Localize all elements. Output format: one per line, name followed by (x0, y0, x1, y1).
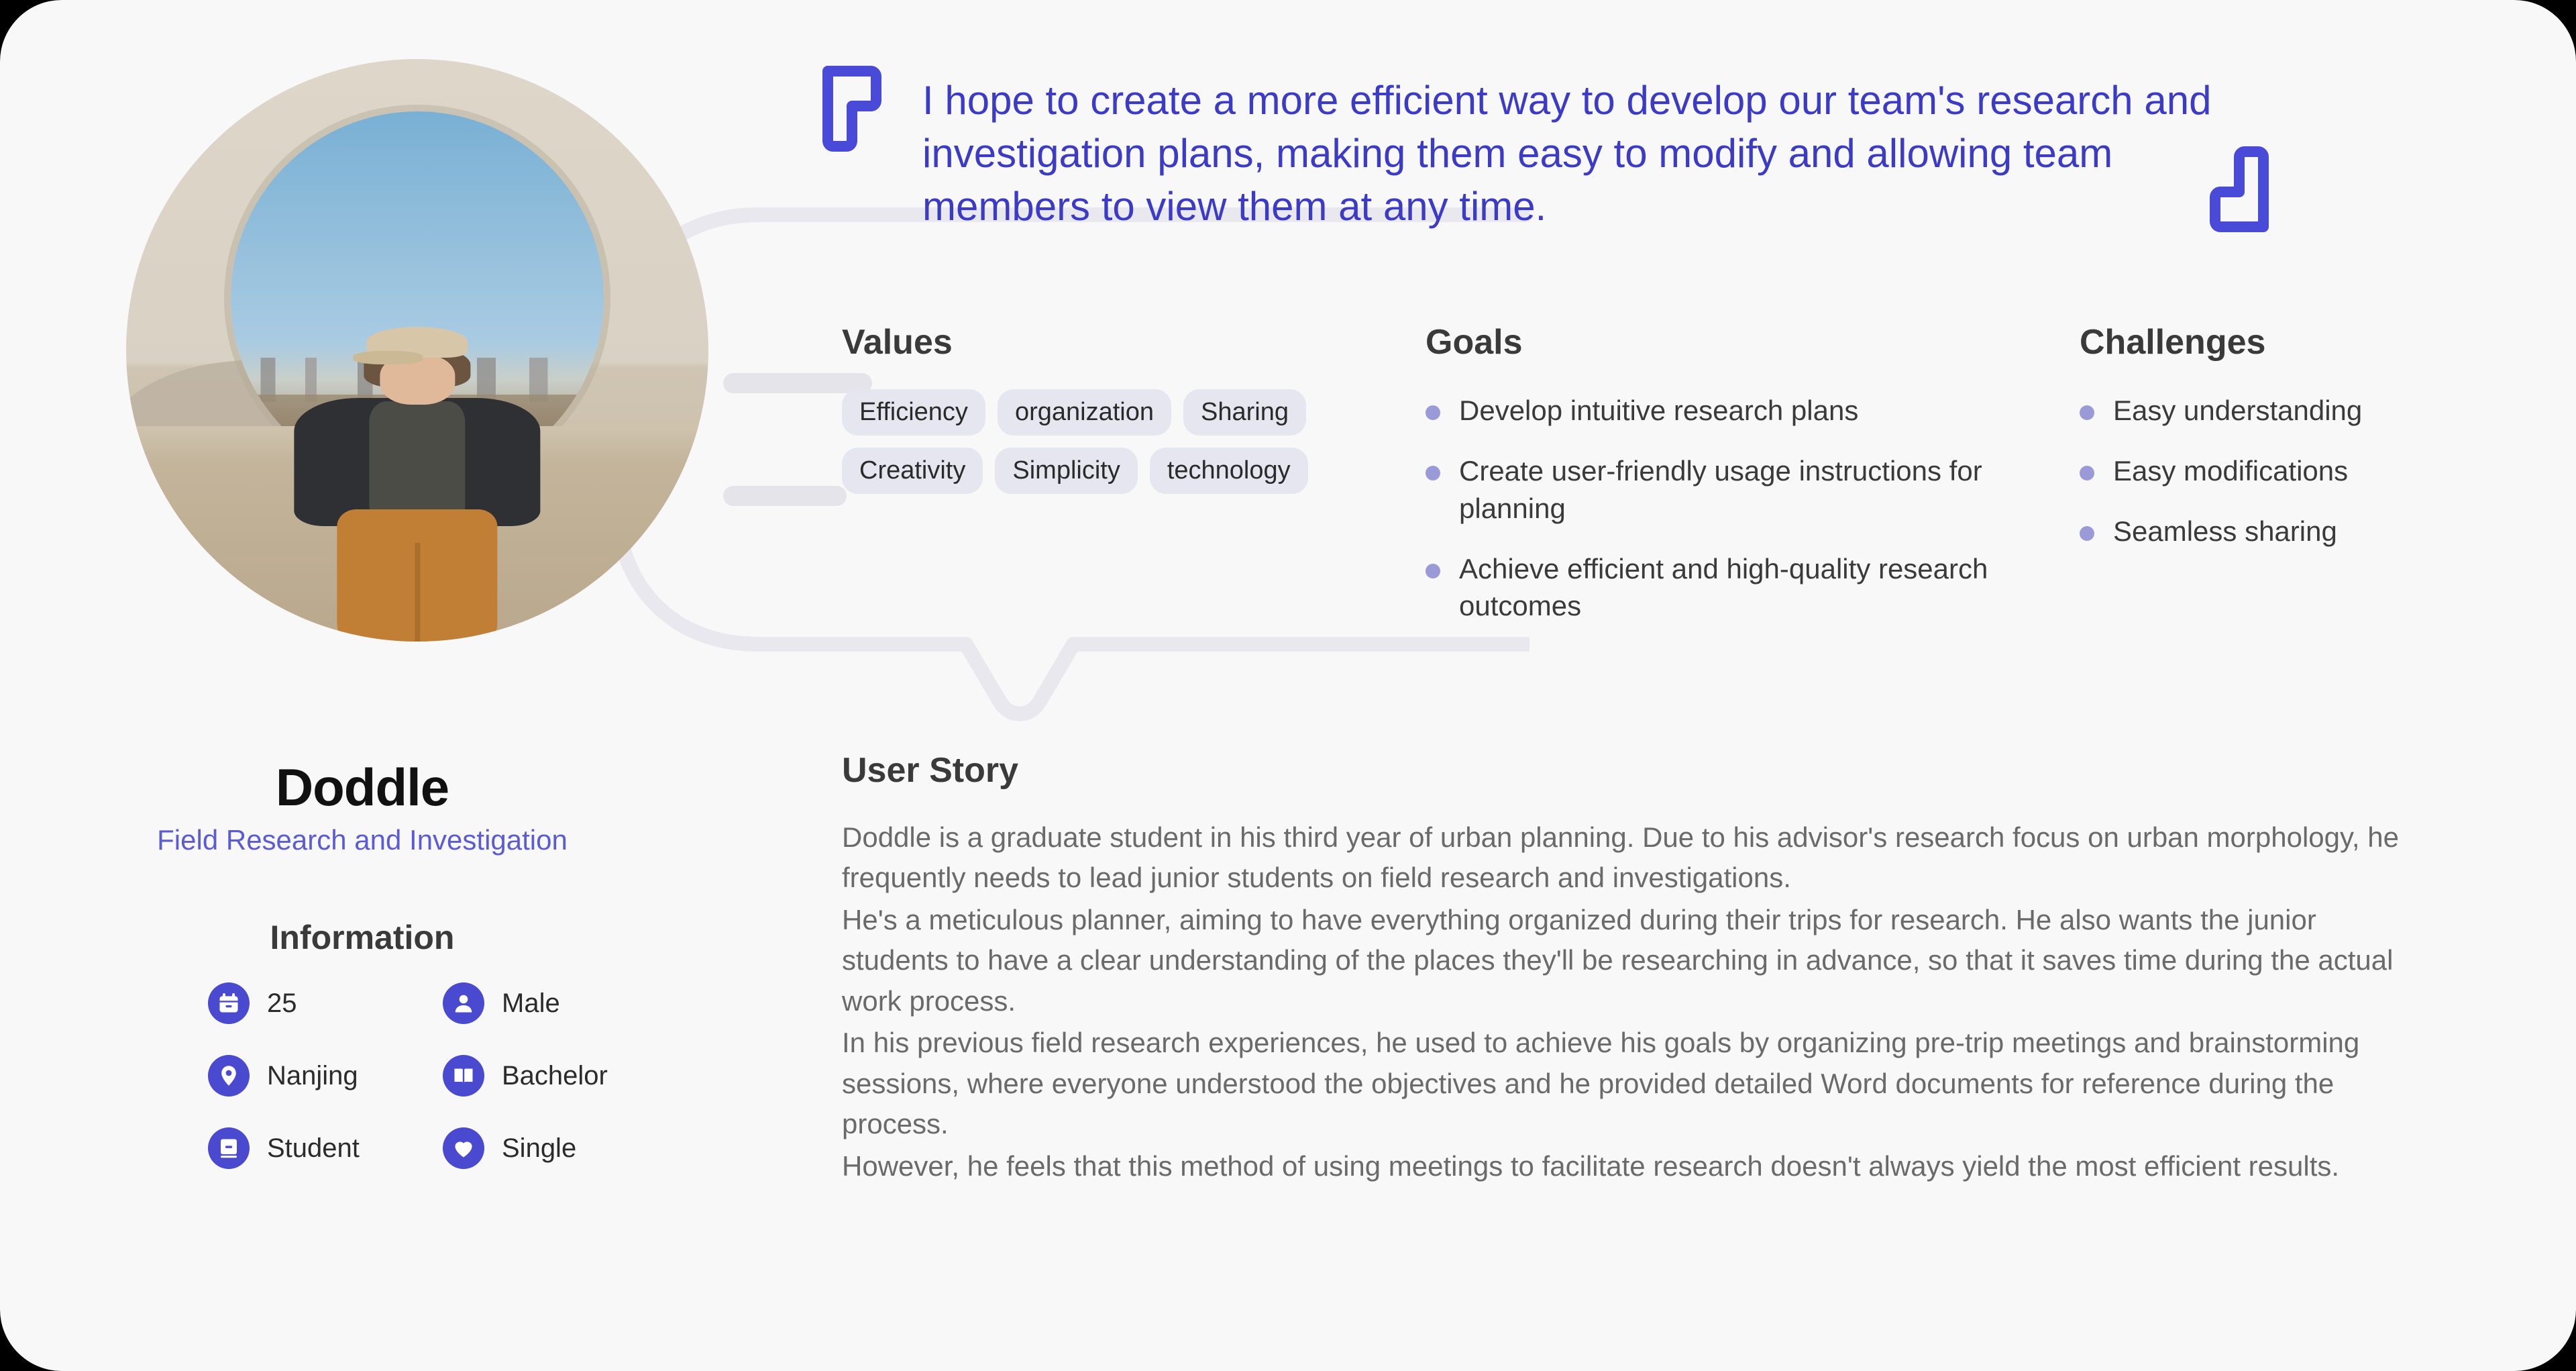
book-icon (443, 1055, 484, 1097)
info-value-age: 25 (267, 988, 297, 1018)
info-item-gender: Male (443, 982, 678, 1024)
challenges-heading: Challenges (2080, 323, 2266, 362)
goals-list: Develop intuitive research plans Create … (1426, 392, 2043, 625)
info-value-gender: Male (502, 988, 560, 1018)
bullet-dot-icon (1426, 405, 1440, 420)
heart-icon (443, 1127, 484, 1169)
challenge-text: Easy modifications (2113, 454, 2349, 487)
bullet-dot-icon (1426, 465, 1440, 480)
quote-open-icon (818, 62, 885, 156)
info-item-relationship: Single (443, 1127, 678, 1169)
location-pin-icon (208, 1055, 250, 1097)
persona-name: Doddle (275, 758, 449, 817)
goal-text: Achieve efficient and high-quality resea… (1459, 552, 1988, 622)
info-value-location: Nanjing (267, 1060, 358, 1090)
decorative-dash-2 (723, 486, 847, 506)
info-item-education: Bachelor (443, 1055, 678, 1097)
list-item: Create user-friendly usage instructions … (1426, 452, 2043, 527)
info-value-education: Bachelor (502, 1060, 608, 1090)
info-value-relationship: Single (502, 1133, 577, 1163)
persona-card: Doddle Field Research and Investigation … (0, 0, 2576, 1371)
goals-section: Goals Develop intuitive research plans C… (1426, 322, 2043, 648)
user-story-paragraph: Doddle is a graduate student in his thir… (842, 821, 2399, 894)
goal-text: Create user-friendly usage instructions … (1459, 454, 1982, 524)
id-card-icon (208, 1127, 250, 1169)
avatar-person (283, 327, 551, 642)
user-story-paragraph: He's a meticulous planner, aiming to hav… (842, 903, 2394, 1017)
goals-heading: Goals (1426, 323, 1523, 362)
persona-subtitle: Field Research and Investigation (157, 824, 568, 856)
challenges-section: Challenges Easy understanding Easy modif… (2080, 322, 2509, 573)
value-tag[interactable]: Efficiency (842, 389, 985, 436)
information-grid: 25 Male Nanjing Bachelor Student Single (208, 982, 678, 1169)
bullet-dot-icon (1426, 563, 1440, 578)
value-tag[interactable]: technology (1149, 448, 1308, 494)
person-icon (443, 982, 484, 1024)
challenge-text: Seamless sharing (2113, 515, 2337, 547)
challenge-text: Easy understanding (2113, 395, 2363, 426)
list-item: Achieve efficient and high-quality resea… (1426, 550, 2043, 625)
info-item-age: 25 (208, 982, 443, 1024)
value-tag[interactable]: Simplicity (995, 448, 1138, 494)
user-story-paragraph: However, he feels that this method of us… (842, 1150, 2340, 1182)
challenges-list: Easy understanding Easy modifications Se… (2080, 392, 2509, 550)
list-item: Easy understanding (2080, 392, 2509, 429)
avatar (126, 59, 708, 642)
user-story-heading: User Story (842, 751, 1018, 790)
value-tag[interactable]: Sharing (1183, 389, 1306, 436)
quote-close-icon (2206, 142, 2273, 236)
values-section: Values Efficiency organization Sharing C… (842, 322, 1352, 494)
list-item: Develop intuitive research plans (1426, 392, 2043, 429)
list-item: Seamless sharing (2080, 513, 2509, 550)
user-story-paragraph: In his previous field research experienc… (842, 1027, 2360, 1140)
bullet-dot-icon (2080, 525, 2094, 541)
values-heading: Values (842, 323, 953, 362)
calendar-icon (208, 982, 250, 1024)
info-item-location: Nanjing (208, 1055, 443, 1097)
bullet-dot-icon (2080, 465, 2094, 480)
list-item: Easy modifications (2080, 452, 2509, 490)
goal-text: Develop intuitive research plans (1459, 395, 1859, 426)
values-tag-list: Efficiency organization Sharing Creativi… (842, 389, 1352, 494)
info-item-occupation: Student (208, 1127, 443, 1169)
information-heading: Information (270, 919, 455, 956)
quote-text: I hope to create a more efficient way to… (922, 78, 2212, 230)
info-value-occupation: Student (267, 1133, 360, 1163)
value-tag[interactable]: Creativity (842, 448, 983, 494)
bullet-dot-icon (2080, 405, 2094, 420)
value-tag[interactable]: organization (997, 389, 1171, 436)
user-story-body: Doddle is a graduate student in his thir… (842, 817, 2418, 1188)
